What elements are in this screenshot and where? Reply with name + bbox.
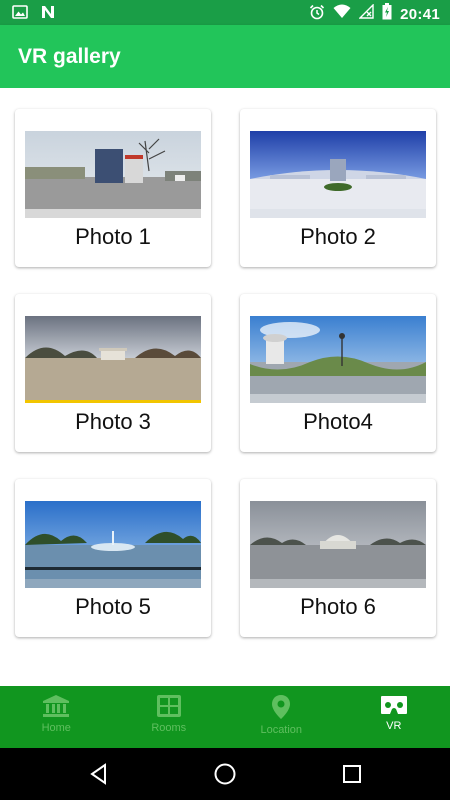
photo-card-4[interactable]: Photo4	[240, 294, 436, 452]
photo-caption-6: Photo 6	[300, 594, 376, 619]
location-pin-icon	[271, 694, 291, 720]
app-title: VR gallery	[18, 45, 121, 68]
photo-card-6[interactable]: Photo 6	[240, 479, 436, 637]
nav-label-home: Home	[41, 722, 71, 734]
nav-item-home[interactable]: Home	[0, 686, 113, 748]
n-app-icon	[40, 5, 56, 24]
photo-card-5[interactable]: Photo 5	[15, 479, 211, 637]
vr-headset-icon	[380, 694, 408, 716]
nav-item-vr[interactable]: VR	[338, 686, 450, 748]
grid-icon	[156, 694, 182, 718]
photo-thumbnail-3	[25, 316, 201, 403]
photo-thumbnail-2	[250, 131, 426, 218]
photo-gallery: Photo 1 Photo 2 Photo 3 Photo4 Photo 5 P…	[0, 88, 450, 686]
signal-icon	[358, 3, 374, 24]
back-icon[interactable]	[87, 762, 111, 786]
photo-card-1[interactable]: Photo 1	[15, 109, 211, 267]
photo-card-3[interactable]: Photo 3	[15, 294, 211, 452]
system-navigation-bar	[0, 748, 450, 800]
nav-label-vr: VR	[386, 720, 402, 732]
home-circle-icon[interactable]	[213, 762, 237, 786]
wifi-icon	[333, 4, 351, 24]
nav-label-location: Location	[260, 724, 303, 736]
app-bar: VR gallery	[0, 25, 450, 88]
clock-time: 20:41	[400, 5, 440, 23]
battery-charging-icon	[382, 3, 392, 25]
photo-thumbnail-4	[250, 316, 426, 403]
photo-caption-5: Photo 5	[75, 594, 151, 619]
alarm-icon	[309, 4, 325, 25]
photo-caption-4: Photo4	[303, 409, 373, 434]
photo-card-2[interactable]: Photo 2	[240, 109, 436, 267]
nav-item-rooms[interactable]: Rooms	[113, 686, 226, 748]
photo-caption-1: Photo 1	[75, 224, 151, 249]
status-bar: 20:41	[0, 0, 450, 25]
bank-icon	[42, 694, 70, 718]
photo-thumbnail-1	[25, 131, 201, 218]
recents-square-icon[interactable]	[340, 762, 364, 786]
nav-item-location[interactable]: Location	[225, 686, 338, 748]
photo-caption-2: Photo 2	[300, 224, 376, 249]
photo-thumbnail-6	[250, 501, 426, 588]
photo-caption-3: Photo 3	[75, 409, 151, 434]
image-icon	[12, 5, 28, 24]
photo-thumbnail-5	[25, 501, 201, 588]
bottom-navigation: Home Rooms Location VR	[0, 686, 450, 748]
nav-label-rooms: Rooms	[151, 722, 187, 734]
